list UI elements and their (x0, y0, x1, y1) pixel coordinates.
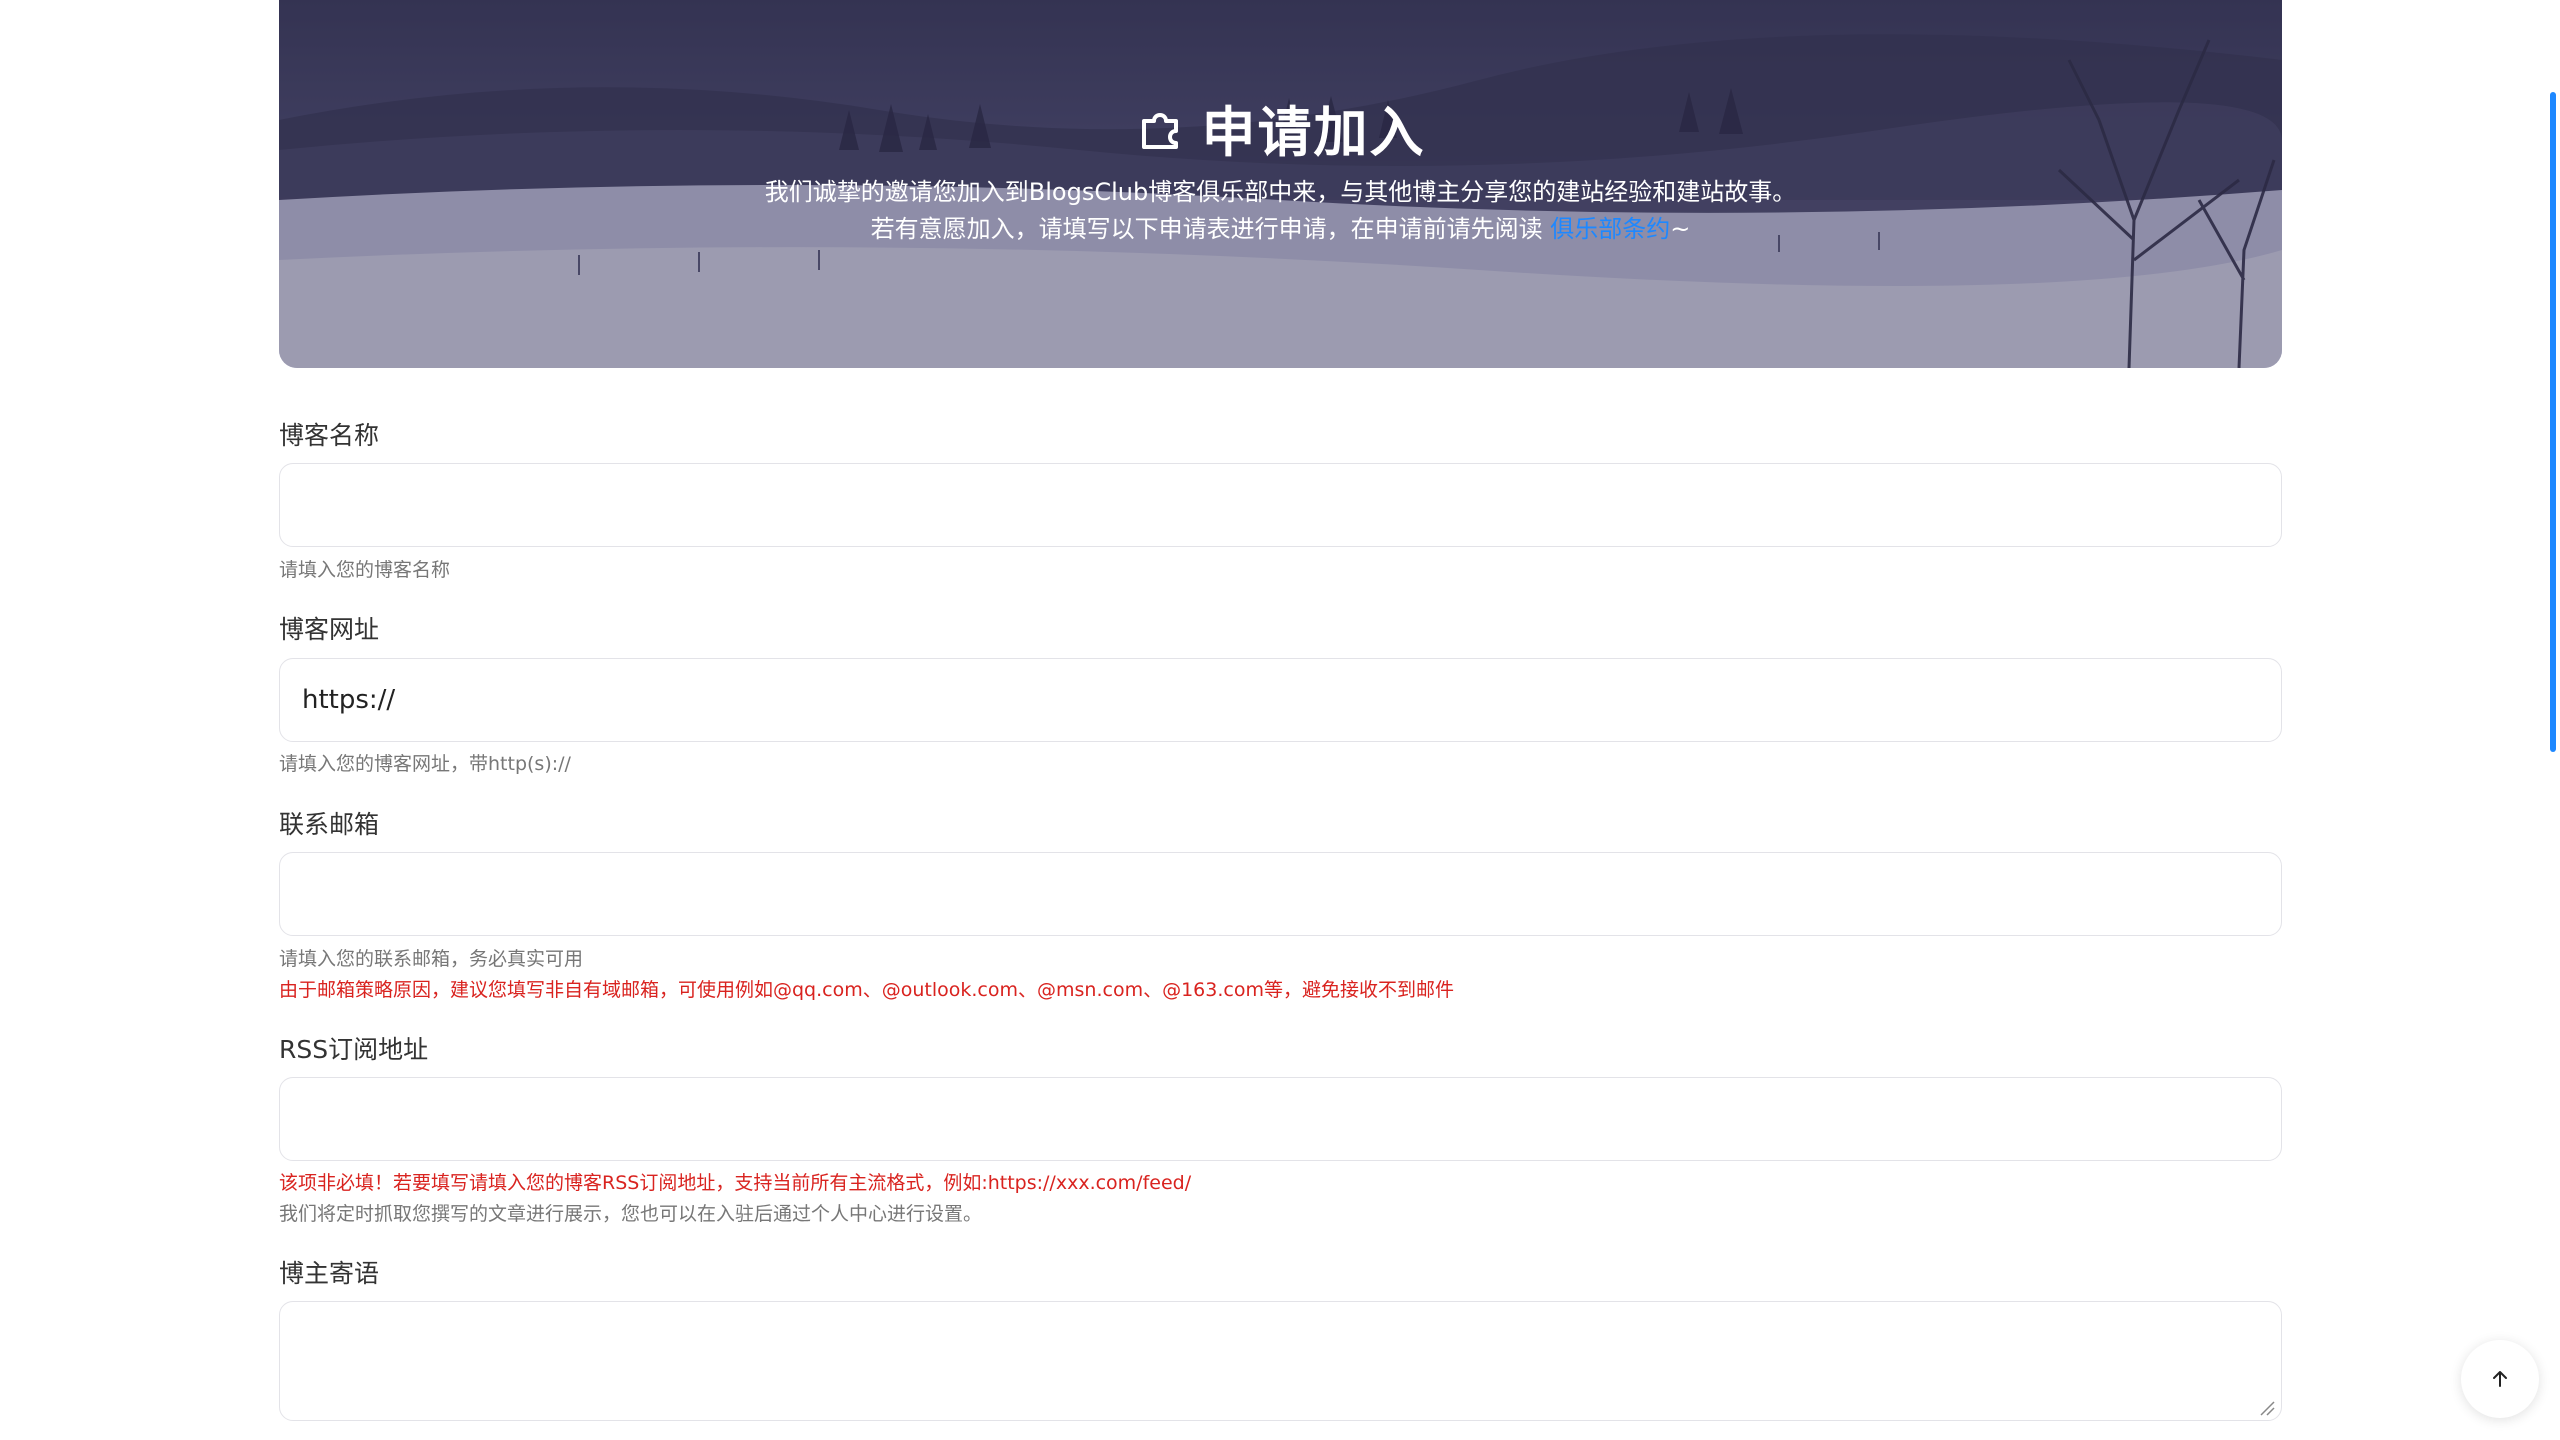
rss-label: RSS订阅地址 (279, 1035, 429, 1064)
hero-intro-line-2: 若有意愿加入，请填写以下申请表进行申请，在申请前请先阅读 俱乐部条约~ (279, 211, 2282, 247)
hero-intro-suffix: ~ (1670, 215, 1691, 243)
hero-intro-prefix: 若有意愿加入，请填写以下申请表进行申请，在申请前请先阅读 (870, 215, 1551, 243)
email-input[interactable] (279, 852, 2282, 936)
rss-hint: 我们将定时抓取您撰写的文章进行展示，您也可以在入驻后通过个人中心进行设置。 (279, 1203, 983, 1225)
hero-intro-line-1: 我们诚挚的邀请您加入到BlogsClub博客俱乐部中来，与其他博主分享您的建站经… (764, 178, 1797, 206)
hero-content: 申请加入 我们诚挚的邀请您加入到BlogsClub博客俱乐部中来，与其他博主分享… (279, 0, 2282, 368)
hero-banner: 申请加入 我们诚挚的邀请您加入到BlogsClub博客俱乐部中来，与其他博主分享… (279, 0, 2282, 368)
back-to-top-button[interactable] (2461, 1340, 2539, 1418)
blog-name-label: 博客名称 (279, 421, 380, 450)
rss-warning: 该项非必填！若要填写请填入您的博客RSS订阅地址，支持当前所有主流格式，例如:h… (279, 1172, 1192, 1194)
blog-url-label: 博客网址 (279, 615, 380, 644)
blog-name-hint: 请填入您的博客名称 (279, 559, 451, 581)
page-title: 申请加入 (1201, 101, 1426, 164)
blog-url-hint: 请填入您的博客网址，带http(s):// (279, 753, 571, 775)
scrollbar-thumb[interactable] (2550, 92, 2556, 752)
hero-title: 申请加入 (279, 88, 2282, 167)
email-warning: 由于邮箱策略原因，建议您填写非自有域邮箱，可使用例如@qq.com、@outlo… (279, 979, 1454, 1001)
page: 申请加入 我们诚挚的邀请您加入到BlogsClub博客俱乐部中来，与其他博主分享… (0, 0, 2560, 1440)
blog-name-input[interactable] (279, 463, 2282, 547)
arrow-up-icon (2493, 1371, 2507, 1387)
email-hint: 请填入您的联系邮箱，务必真实可用 (279, 948, 584, 970)
message-textarea[interactable] (279, 1301, 2282, 1421)
message-label: 博主寄语 (279, 1259, 380, 1288)
club-rules-link[interactable]: 俱乐部条约 (1550, 215, 1670, 243)
resize-grip-icon[interactable] (2259, 1400, 2275, 1416)
email-label: 联系邮箱 (279, 810, 380, 839)
rss-input[interactable] (279, 1077, 2282, 1161)
page-scrollbar[interactable] (2542, 0, 2560, 1440)
blog-url-input[interactable] (279, 658, 2282, 742)
puzzle-icon (1136, 103, 1186, 153)
